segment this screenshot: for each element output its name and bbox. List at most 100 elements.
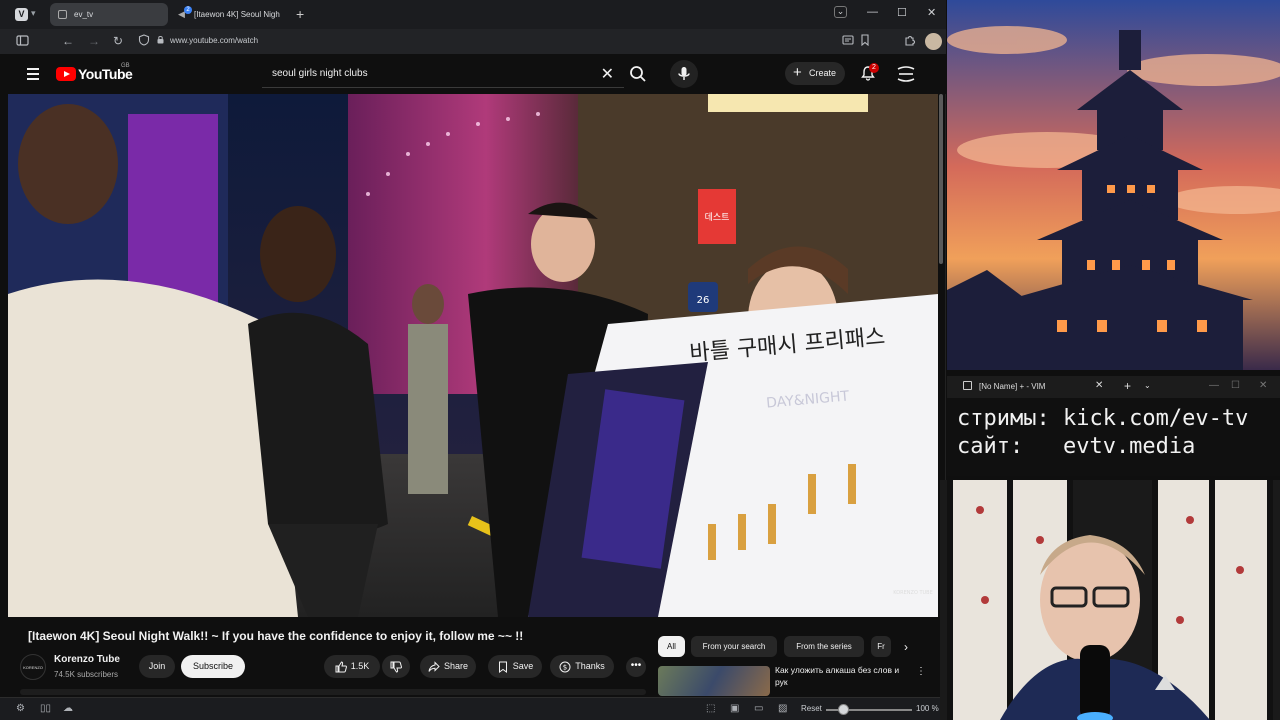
terminal-icon (963, 381, 972, 390)
tab-badge: 2 (184, 6, 192, 14)
youtube-logo-icon[interactable] (56, 67, 76, 81)
tab-ev-tv[interactable]: ev_tv (50, 3, 168, 26)
channel-avatar[interactable]: KORENZO TUBE (20, 654, 46, 696)
pagoda-artwork (947, 0, 1280, 370)
bookmark-icon[interactable] (860, 34, 870, 46)
thanks-label: Thanks (575, 661, 605, 671)
back-icon[interactable]: ← (62, 34, 74, 48)
thanks-icon: $ (559, 661, 571, 673)
forward-icon[interactable]: → (88, 34, 100, 48)
settings-gear-icon[interactable]: ⚙ (16, 703, 25, 714)
vim-line-site: сайт: evtv.media (957, 434, 1196, 459)
capture-icon[interactable]: ⬚ (706, 703, 715, 714)
extensions-icon[interactable] (903, 34, 916, 47)
clear-search-icon[interactable]: ✕ (601, 64, 614, 84)
search-icon[interactable] (628, 64, 648, 84)
thanks-button[interactable]: $ Thanks (550, 655, 614, 678)
panel-toggle-icon[interactable]: ▯▯ (40, 703, 51, 714)
hamburger-menu-icon[interactable] (27, 68, 39, 83)
save-label: Save (512, 661, 534, 671)
channel-name[interactable]: Korenzo Tube (54, 654, 120, 665)
profile-avatar[interactable] (925, 33, 942, 50)
reader-view-icon[interactable] (842, 34, 854, 46)
tab-label: [Itaewon 4K] Seoul Nigh (194, 10, 280, 19)
vim-maximize-icon[interactable]: ☐ (1231, 380, 1240, 391)
menu-caret-icon[interactable]: ▾ (31, 8, 36, 19)
site-shield-icon[interactable] (138, 34, 150, 46)
desktop-wallpaper (947, 0, 1280, 370)
country-code: GB (121, 63, 130, 69)
more-actions-button[interactable]: ••• (626, 657, 646, 677)
chip-more[interactable]: Fr (871, 636, 891, 657)
tiling-icon[interactable]: ▣ (730, 703, 739, 714)
zoom-level: 100 % (916, 704, 939, 713)
browser-status-bar: ⚙ ▯▯ ☁ ⬚ ▣ ▭ ▨ Reset 100 % (0, 697, 946, 720)
minimize-button[interactable]: — (867, 6, 878, 18)
recommended-menu-icon[interactable]: ⋮ (916, 666, 926, 677)
share-button[interactable]: Share (420, 655, 476, 678)
vim-dropdown-icon[interactable]: ⌄ (1144, 381, 1151, 390)
vim-tab-bar: [No Name] + - VIM ✕ + ⌄ — ☐ ✕ (947, 376, 1280, 398)
dislike-button[interactable] (382, 655, 410, 678)
vivaldi-logo-icon[interactable]: V (15, 8, 28, 21)
lock-icon (157, 36, 164, 44)
page-actions-icon[interactable]: ▭ (754, 703, 763, 714)
subscribe-button[interactable]: Subscribe (181, 655, 245, 678)
tab-youtube-video[interactable]: ◀ 2 [Itaewon 4K] Seoul Nigh (170, 3, 288, 26)
video-frame: 데스트 26 바틀 구매시 프리패스 DAY&NIGHT KORENZO TUB… (8, 94, 938, 617)
maximize-button[interactable]: ☐ (897, 6, 907, 19)
images-icon[interactable]: ▨ (778, 703, 787, 714)
youtube-header: YouTube GB ✕ Create 2 (0, 54, 946, 94)
save-button[interactable]: Save (488, 655, 542, 678)
page-scrollbar[interactable] (939, 94, 943, 264)
red-sign: 데스트 (705, 212, 730, 223)
vim-line-streams: стримы: kick.com/ev-tv (957, 406, 1249, 431)
search-box: ✕ (262, 61, 624, 88)
search-input[interactable] (272, 68, 572, 79)
share-label: Share (443, 661, 469, 671)
like-icon (335, 661, 347, 673)
vim-tab-close-icon[interactable]: ✕ (1095, 380, 1103, 391)
recommended-title[interactable]: Как уложить алкаша без слов и рук (775, 664, 911, 688)
sidebar-toggle-icon[interactable] (16, 34, 29, 47)
vim-new-tab-icon[interactable]: + (1124, 379, 1131, 393)
chip-from-the-series[interactable]: From the series (784, 636, 864, 657)
notification-count-badge: 2 (869, 63, 879, 73)
voice-search-button[interactable] (670, 60, 698, 88)
vim-tab-title[interactable]: [No Name] + - VIM (979, 382, 1045, 391)
zoom-reset-button[interactable]: Reset (801, 704, 822, 713)
new-tab-button[interactable]: + (296, 6, 304, 22)
description-box-edge[interactable] (20, 689, 646, 695)
account-avatar-icon[interactable] (896, 65, 916, 83)
cloud-sync-icon[interactable]: ☁ (63, 703, 73, 714)
video-title: [Itaewon 4K] Seoul Night Walk!! ~ If you… (28, 629, 524, 643)
webcam-feed (940, 480, 1280, 720)
streamer-webcam (940, 480, 1280, 720)
chevron-right-icon[interactable]: › (904, 640, 908, 654)
video-player[interactable]: 데스트 26 바틀 구매시 프리패스 DAY&NIGHT KORENZO TUB… (8, 94, 938, 617)
vim-close-icon[interactable]: ✕ (1259, 380, 1267, 391)
join-button[interactable]: Join (139, 655, 175, 678)
svg-text:$: $ (563, 663, 567, 671)
save-icon (498, 661, 507, 673)
vim-terminal-window[interactable]: [No Name] + - VIM ✕ + ⌄ — ☐ ✕ стримы: ki… (947, 376, 1280, 476)
like-button[interactable]: 1.5K (324, 655, 380, 678)
address-bar: ← → ↻ www.youtube.com/watch (0, 29, 946, 54)
browser-window: V ▾ ev_tv ◀ 2 [Itaewon 4K] Seoul Nigh + … (0, 0, 946, 720)
tab-strip: V ▾ ev_tv ◀ 2 [Itaewon 4K] Seoul Nigh + … (0, 0, 946, 29)
recommended-thumbnail[interactable] (658, 666, 770, 696)
url-field[interactable]: www.youtube.com/watch (170, 36, 258, 45)
screen: V ▾ ev_tv ◀ 2 [Itaewon 4K] Seoul Nigh + … (0, 0, 1280, 720)
create-button[interactable]: Create (785, 61, 845, 85)
like-count: 1.5K (350, 661, 370, 671)
vim-minimize-icon[interactable]: — (1209, 380, 1219, 391)
reload-icon[interactable]: ↻ (113, 34, 123, 48)
mic-icon (678, 67, 690, 80)
chip-from-your-search[interactable]: From your search (691, 636, 777, 657)
tab-list-button[interactable]: ⌄ (834, 6, 847, 18)
subscriber-count: 74.5K subscribers (54, 670, 119, 679)
chip-all[interactable]: All (658, 636, 685, 657)
close-window-button[interactable]: ✕ (927, 6, 936, 19)
zoom-slider-handle[interactable] (838, 704, 849, 715)
share-icon (428, 660, 440, 672)
